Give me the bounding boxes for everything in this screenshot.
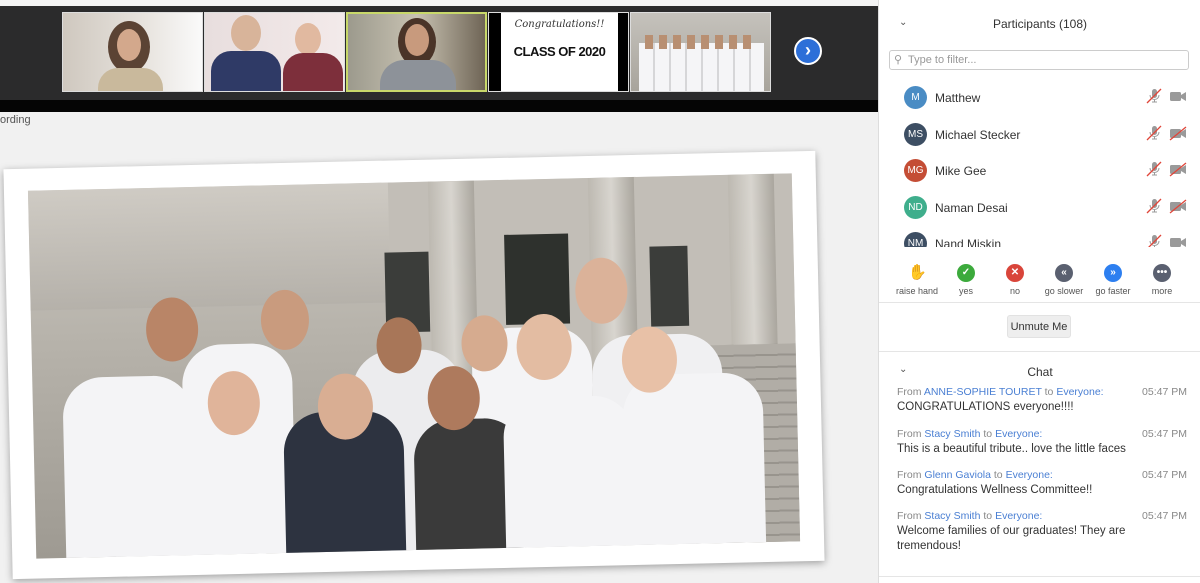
side-panel: ⌄ Participants (108) ⚲ Type to filter...… xyxy=(878,0,1200,583)
message-text: CONGRATULATIONS everyone!!!! xyxy=(897,401,1074,413)
video-off-icon[interactable] xyxy=(1169,161,1187,177)
video-tile-family[interactable] xyxy=(204,12,345,92)
participant-row[interactable]: M Matthew xyxy=(879,79,1200,115)
reaction-label: go slower xyxy=(1044,286,1084,296)
participant-filter-input[interactable]: ⚲ Type to filter... xyxy=(889,50,1189,70)
filter-placeholder: Type to filter... xyxy=(908,54,977,66)
chevron-right-icon: › xyxy=(805,40,811,60)
reaction-label: raise hand xyxy=(895,286,939,296)
video-tile-congrats[interactable]: Congratulations!! CLASS OF 2020 xyxy=(488,12,629,92)
strip-divider xyxy=(0,100,878,112)
chat-message: From ANNE-SOPHIE TOURET to Everyone: 05:… xyxy=(897,386,1187,415)
sender-name[interactable]: Stacy Smith xyxy=(924,428,980,440)
avatar: MS xyxy=(904,122,927,146)
next-page-button[interactable]: › xyxy=(794,37,822,65)
video-tile-speaker[interactable] xyxy=(346,12,487,92)
recipient-name: Everyone: xyxy=(995,510,1043,522)
sender-name[interactable]: Glenn Gaviola xyxy=(924,469,991,481)
chat-message: From Glenn Gaviola to Everyone: 05:47 PM… xyxy=(897,469,1187,498)
message-time: 05:47 PM xyxy=(1142,386,1187,398)
recipient-name: Everyone: xyxy=(1056,386,1104,398)
chat-messages: From ANNE-SOPHIE TOURET to Everyone: 05:… xyxy=(879,386,1200,576)
class-of-2020-text: CLASS OF 2020 xyxy=(513,44,606,59)
message-time: 05:47 PM xyxy=(1142,428,1187,440)
mic-muted-icon[interactable] xyxy=(1145,234,1163,247)
sender-name[interactable]: ANNE-SOPHIE TOURET xyxy=(924,386,1042,398)
reaction-label: go faster xyxy=(1095,286,1131,296)
unmute-me-button[interactable]: Unmute Me xyxy=(1007,315,1071,338)
go-slower-icon: « xyxy=(1055,264,1073,282)
video-tile-group[interactable] xyxy=(630,12,771,92)
to-label: to xyxy=(983,428,993,440)
chat-message: From Stacy Smith to Everyone: 05:47 PM W… xyxy=(897,510,1187,554)
avatar: ND xyxy=(904,195,927,219)
participant-name: Naman Desai xyxy=(935,200,1008,215)
mic-muted-icon[interactable] xyxy=(1145,198,1163,214)
reaction-more-button[interactable]: ••• more xyxy=(1136,264,1188,296)
chat-message: From Stacy Smith to Everyone: 05:47 PM T… xyxy=(897,428,1187,457)
avatar: NM xyxy=(904,232,927,247)
reaction-yes-button[interactable]: ✓ yes xyxy=(940,264,992,296)
sender-name[interactable]: Stacy Smith xyxy=(924,510,980,522)
more-icon: ••• xyxy=(1153,264,1171,282)
participant-row[interactable]: ND Naman Desai xyxy=(879,189,1200,225)
video-tile-woman-glasses[interactable] xyxy=(62,12,203,92)
video-icon[interactable] xyxy=(1169,88,1187,104)
participant-list: M Matthew MS Michael Stecker MG Mike Gee… xyxy=(879,79,1200,247)
recipient-name: Everyone: xyxy=(1005,469,1053,481)
message-text: This is a beautiful tribute.. love the l… xyxy=(897,443,1126,455)
participants-title: Participants (108) xyxy=(992,17,1088,31)
message-text: Welcome families of our graduates! They … xyxy=(897,525,1126,552)
to-label: to xyxy=(1044,386,1054,398)
reaction-label: yes xyxy=(958,286,973,296)
no-icon: ✕ xyxy=(1006,264,1024,282)
raise-hand-icon: ✋ xyxy=(908,264,927,281)
participant-name: Mike Gee xyxy=(935,164,987,178)
recording-label: ording xyxy=(0,114,31,126)
video-off-icon[interactable] xyxy=(1169,125,1187,141)
reaction-go-slower-button[interactable]: « go slower xyxy=(1038,264,1090,296)
video-icon[interactable] xyxy=(1169,234,1187,247)
participant-row[interactable]: NM Nand Miskin xyxy=(879,225,1200,247)
mic-muted-icon[interactable] xyxy=(1145,161,1163,177)
recipient-name: Everyone: xyxy=(995,428,1043,440)
shared-screen-area: Congratulations!! CLASS OF 2020 › ording xyxy=(0,0,878,583)
reaction-label: no xyxy=(1009,286,1020,296)
participant-row[interactable]: MG Mike Gee xyxy=(879,152,1200,188)
avatar: MG xyxy=(904,159,927,182)
shared-photo-frame xyxy=(3,150,825,580)
to-label: to xyxy=(993,469,1003,481)
message-time: 05:47 PM xyxy=(1142,469,1187,481)
from-label: From xyxy=(897,469,922,481)
reaction-go-faster-button[interactable]: » go faster xyxy=(1087,264,1139,296)
from-label: From xyxy=(897,510,922,522)
chat-title: Chat xyxy=(1027,365,1053,379)
reaction-no-button[interactable]: ✕ no xyxy=(989,264,1041,296)
search-icon: ⚲ xyxy=(894,54,903,66)
video-off-icon[interactable] xyxy=(1169,198,1187,214)
congrats-text: Congratulations!! xyxy=(514,19,605,30)
message-text: Congratulations Wellness Committee!! xyxy=(897,484,1093,496)
mic-muted-icon[interactable] xyxy=(1145,88,1163,104)
from-label: From xyxy=(897,428,922,440)
participant-name: Nand Miskin xyxy=(935,237,1002,247)
yes-icon: ✓ xyxy=(957,264,975,282)
participant-name: Matthew xyxy=(935,91,981,105)
graduates-group-photo xyxy=(27,173,801,559)
mic-muted-icon[interactable] xyxy=(1145,125,1163,141)
avatar: M xyxy=(904,86,927,109)
to-label: to xyxy=(983,510,993,522)
message-time: 05:47 PM xyxy=(1142,510,1187,522)
reaction-label: more xyxy=(1151,286,1173,296)
go-faster-icon: » xyxy=(1104,264,1122,282)
from-label: From xyxy=(897,386,922,398)
participant-name: Michael Stecker xyxy=(935,127,1021,142)
reaction-raise-hand-button[interactable]: ✋ raise hand xyxy=(891,264,943,296)
participant-row[interactable]: MS Michael Stecker xyxy=(879,116,1200,152)
